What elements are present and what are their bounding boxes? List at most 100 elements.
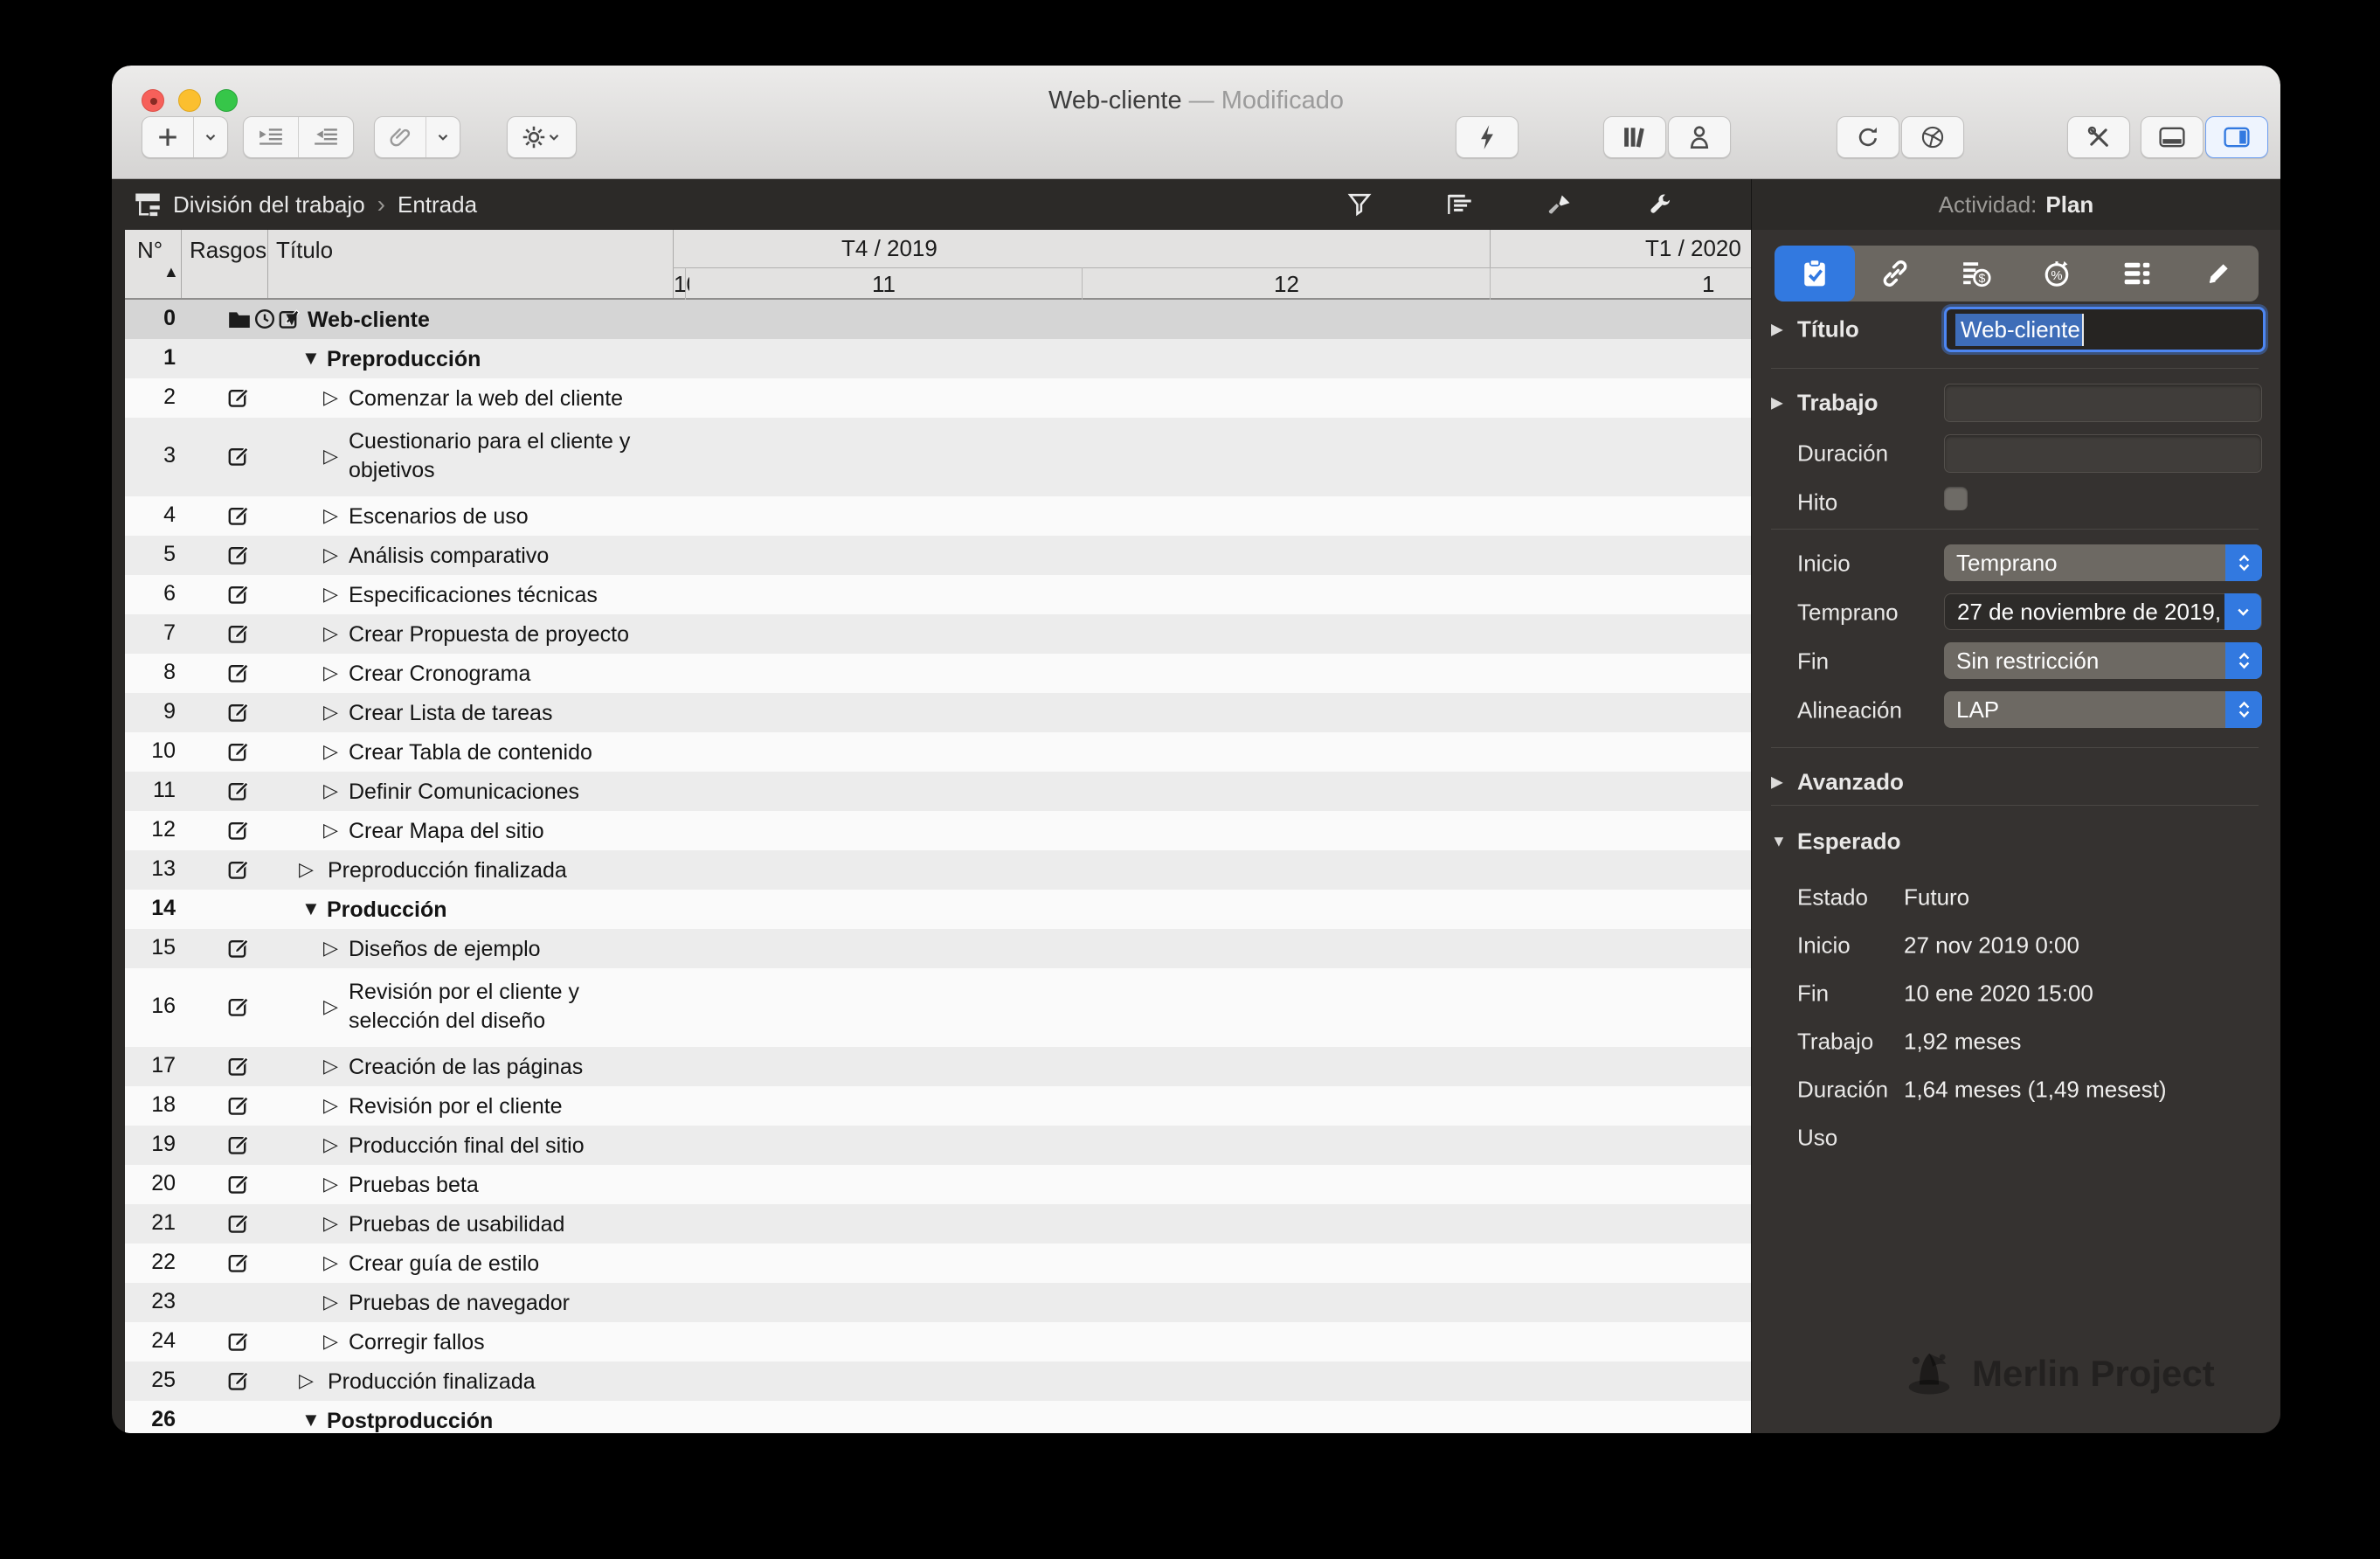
- disclosure-triangle-icon[interactable]: ▷: [323, 740, 338, 763]
- disclosure-triangle-icon[interactable]: ▷: [323, 1094, 338, 1117]
- disclosure-triangle-icon[interactable]: ▷: [323, 504, 338, 527]
- disclosure-triangle-icon[interactable]: ▷: [323, 583, 338, 606]
- disclosure-triangle-icon[interactable]: ▷: [323, 386, 338, 409]
- disclosure-icon[interactable]: ▶: [1771, 394, 1783, 412]
- table-row[interactable]: 9 ▷ Crear Lista de tareas: [125, 693, 1751, 732]
- timescale-quarter[interactable]: T1 / 2020: [1645, 235, 1741, 262]
- disclosure-triangle-icon[interactable]: ▷: [323, 544, 338, 566]
- person-button[interactable]: [1668, 116, 1731, 158]
- disclosure-triangle-icon[interactable]: ▷: [323, 1251, 338, 1274]
- disclosure-triangle-icon[interactable]: ▷: [323, 622, 338, 645]
- outdent-button[interactable]: [299, 117, 353, 157]
- disclosure-icon[interactable]: ▶: [1771, 321, 1783, 339]
- table-row[interactable]: 20 ▷ Pruebas beta: [125, 1165, 1751, 1204]
- plus-button[interactable]: [142, 117, 194, 157]
- disclosure-triangle-icon[interactable]: ▷: [323, 701, 338, 724]
- disclosure-icon[interactable]: ▶: [1771, 773, 1783, 792]
- paperclip-button[interactable]: [375, 117, 426, 157]
- table-row[interactable]: 21 ▷ Pruebas de usabilidad: [125, 1204, 1751, 1244]
- inspector-tab-rows[interactable]: [2097, 246, 2177, 301]
- disclosure-triangle-icon[interactable]: ▷: [323, 1330, 338, 1353]
- timescale-quarter[interactable]: T4 / 2019: [841, 235, 937, 262]
- brush-icon[interactable]: [1548, 192, 1573, 217]
- sync-button[interactable]: [1837, 116, 1899, 158]
- end-popup[interactable]: Sin restricción: [1944, 642, 2262, 679]
- disclosure-triangle-icon[interactable]: ▷: [299, 858, 314, 881]
- disclosure-icon[interactable]: ▼: [1771, 833, 1787, 851]
- column-header-num[interactable]: N°: [137, 237, 163, 264]
- alignment-popup[interactable]: LAP: [1944, 691, 2262, 728]
- table-row[interactable]: 1 ▼ Preproducción: [125, 339, 1751, 378]
- table-row[interactable]: 17 ▷ Creación de las páginas: [125, 1047, 1751, 1086]
- filter-icon[interactable]: [1347, 192, 1372, 217]
- table-row[interactable]: 8 ▷ Crear Cronograma: [125, 654, 1751, 693]
- table-row[interactable]: 24 ▷ Corregir fallos: [125, 1322, 1751, 1362]
- table-row[interactable]: 14 ▼ Producción: [125, 890, 1751, 929]
- title-input[interactable]: Web-cliente: [1944, 307, 2266, 352]
- disclosure-triangle-icon[interactable]: ▷: [323, 780, 338, 802]
- early-date-popup[interactable]: 27 de noviembre de 2019, 0:00: [1944, 593, 2262, 630]
- panel-right-button[interactable]: [2205, 116, 2268, 158]
- disclosure-triangle-icon[interactable]: ▼: [301, 1409, 321, 1431]
- table-row[interactable]: 13 ▷ Preproducción finalizada: [125, 850, 1751, 890]
- indent-button[interactable]: [244, 117, 299, 157]
- timescale-month[interactable]: 11: [872, 271, 896, 298]
- breadcrumb-item[interactable]: Entrada: [398, 191, 477, 218]
- table-row[interactable]: 26 ▼ Postproducción: [125, 1401, 1751, 1433]
- timescale-month[interactable]: 10: [674, 271, 689, 298]
- table-row[interactable]: 0 ▼ Web-cliente: [125, 300, 1751, 339]
- disclosure-triangle-icon[interactable]: ▷: [323, 819, 338, 842]
- disclosure-triangle-icon[interactable]: ▷: [323, 1055, 338, 1077]
- table-row[interactable]: 18 ▷ Revisión por el cliente: [125, 1086, 1751, 1126]
- table-row[interactable]: 22 ▷ Crear guía de estilo: [125, 1244, 1751, 1283]
- disclosure-triangle-icon[interactable]: ▷: [323, 445, 338, 468]
- start-popup[interactable]: Temprano: [1944, 544, 2262, 581]
- table-row[interactable]: 25 ▷ Producción finalizada: [125, 1362, 1751, 1401]
- disclosure-triangle-icon[interactable]: ▼: [301, 897, 321, 920]
- sort-ascending-icon[interactable]: ▲: [163, 263, 179, 281]
- chevron-down-button[interactable]: [426, 117, 460, 157]
- lightning-button[interactable]: [1456, 116, 1519, 158]
- globe-button[interactable]: [1901, 116, 1964, 158]
- disclosure-triangle-icon[interactable]: ▷: [323, 1291, 338, 1313]
- milestone-checkbox[interactable]: [1944, 487, 1968, 510]
- table-row[interactable]: 15 ▷ Diseños de ejemplo: [125, 929, 1751, 968]
- column-header-flags[interactable]: Rasgos: [190, 237, 266, 264]
- disclosure-triangle-icon[interactable]: ▷: [323, 662, 338, 684]
- chevron-down-button[interactable]: [194, 117, 227, 157]
- table-row[interactable]: 11 ▷ Definir Comunicaciones: [125, 772, 1751, 811]
- table-row[interactable]: 5 ▷ Análisis comparativo: [125, 536, 1751, 575]
- column-header-title[interactable]: Título: [276, 237, 333, 264]
- breadcrumb-view[interactable]: División del trabajo: [173, 191, 365, 218]
- work-input[interactable]: [1944, 384, 2262, 422]
- table-row[interactable]: 23 ▷ Pruebas de navegador: [125, 1283, 1751, 1322]
- disclosure-triangle-icon[interactable]: ▷: [323, 1212, 338, 1235]
- table-row[interactable]: 2 ▷ Comenzar la web del cliente: [125, 378, 1751, 418]
- table-row[interactable]: 4 ▷ Escenarios de uso: [125, 496, 1751, 536]
- inspector-tab-clipboard[interactable]: [1775, 246, 1856, 301]
- disclosure-triangle-icon[interactable]: ▷: [299, 1369, 314, 1392]
- table-row[interactable]: 6 ▷ Especificaciones técnicas: [125, 575, 1751, 614]
- disclosure-triangle-icon[interactable]: ▷: [323, 1133, 338, 1156]
- timescale-month[interactable]: 12: [1274, 271, 1299, 298]
- disclosure-triangle-icon[interactable]: ▷: [323, 995, 338, 1018]
- table-row[interactable]: 16 ▷ Revisión por el cliente y selección d…: [125, 968, 1751, 1047]
- table-row[interactable]: 10 ▷ Crear Tabla de contenido: [125, 732, 1751, 772]
- table-row[interactable]: 19 ▷ Producción final del sitio: [125, 1126, 1751, 1165]
- wrench-icon[interactable]: [1648, 192, 1672, 217]
- table-row[interactable]: 7 ▷ Crear Propuesta de proyecto: [125, 614, 1751, 654]
- settings-button[interactable]: [508, 117, 576, 157]
- disclosure-triangle-icon[interactable]: ▷: [323, 1173, 338, 1195]
- inspector-tab-link[interactable]: [1855, 246, 1935, 301]
- inspector-tab-edit[interactable]: [2178, 246, 2259, 301]
- inspector-tab-progress[interactable]: %: [2017, 246, 2097, 301]
- duration-input[interactable]: [1944, 434, 2262, 473]
- disclosure-triangle-icon[interactable]: ▷: [323, 937, 338, 960]
- outline-icon[interactable]: [1447, 193, 1473, 216]
- disclosure-triangle-icon[interactable]: ▼: [282, 308, 301, 330]
- panel-bottom-button[interactable]: [2141, 116, 2204, 158]
- inspector-tab-budget[interactable]: $: [1936, 246, 2017, 301]
- table-row[interactable]: 3 ▷ Cuestionario para el cliente y objetiv…: [125, 418, 1751, 496]
- timescale-month[interactable]: 1: [1702, 271, 1714, 298]
- disclosure-triangle-icon[interactable]: ▼: [301, 347, 321, 370]
